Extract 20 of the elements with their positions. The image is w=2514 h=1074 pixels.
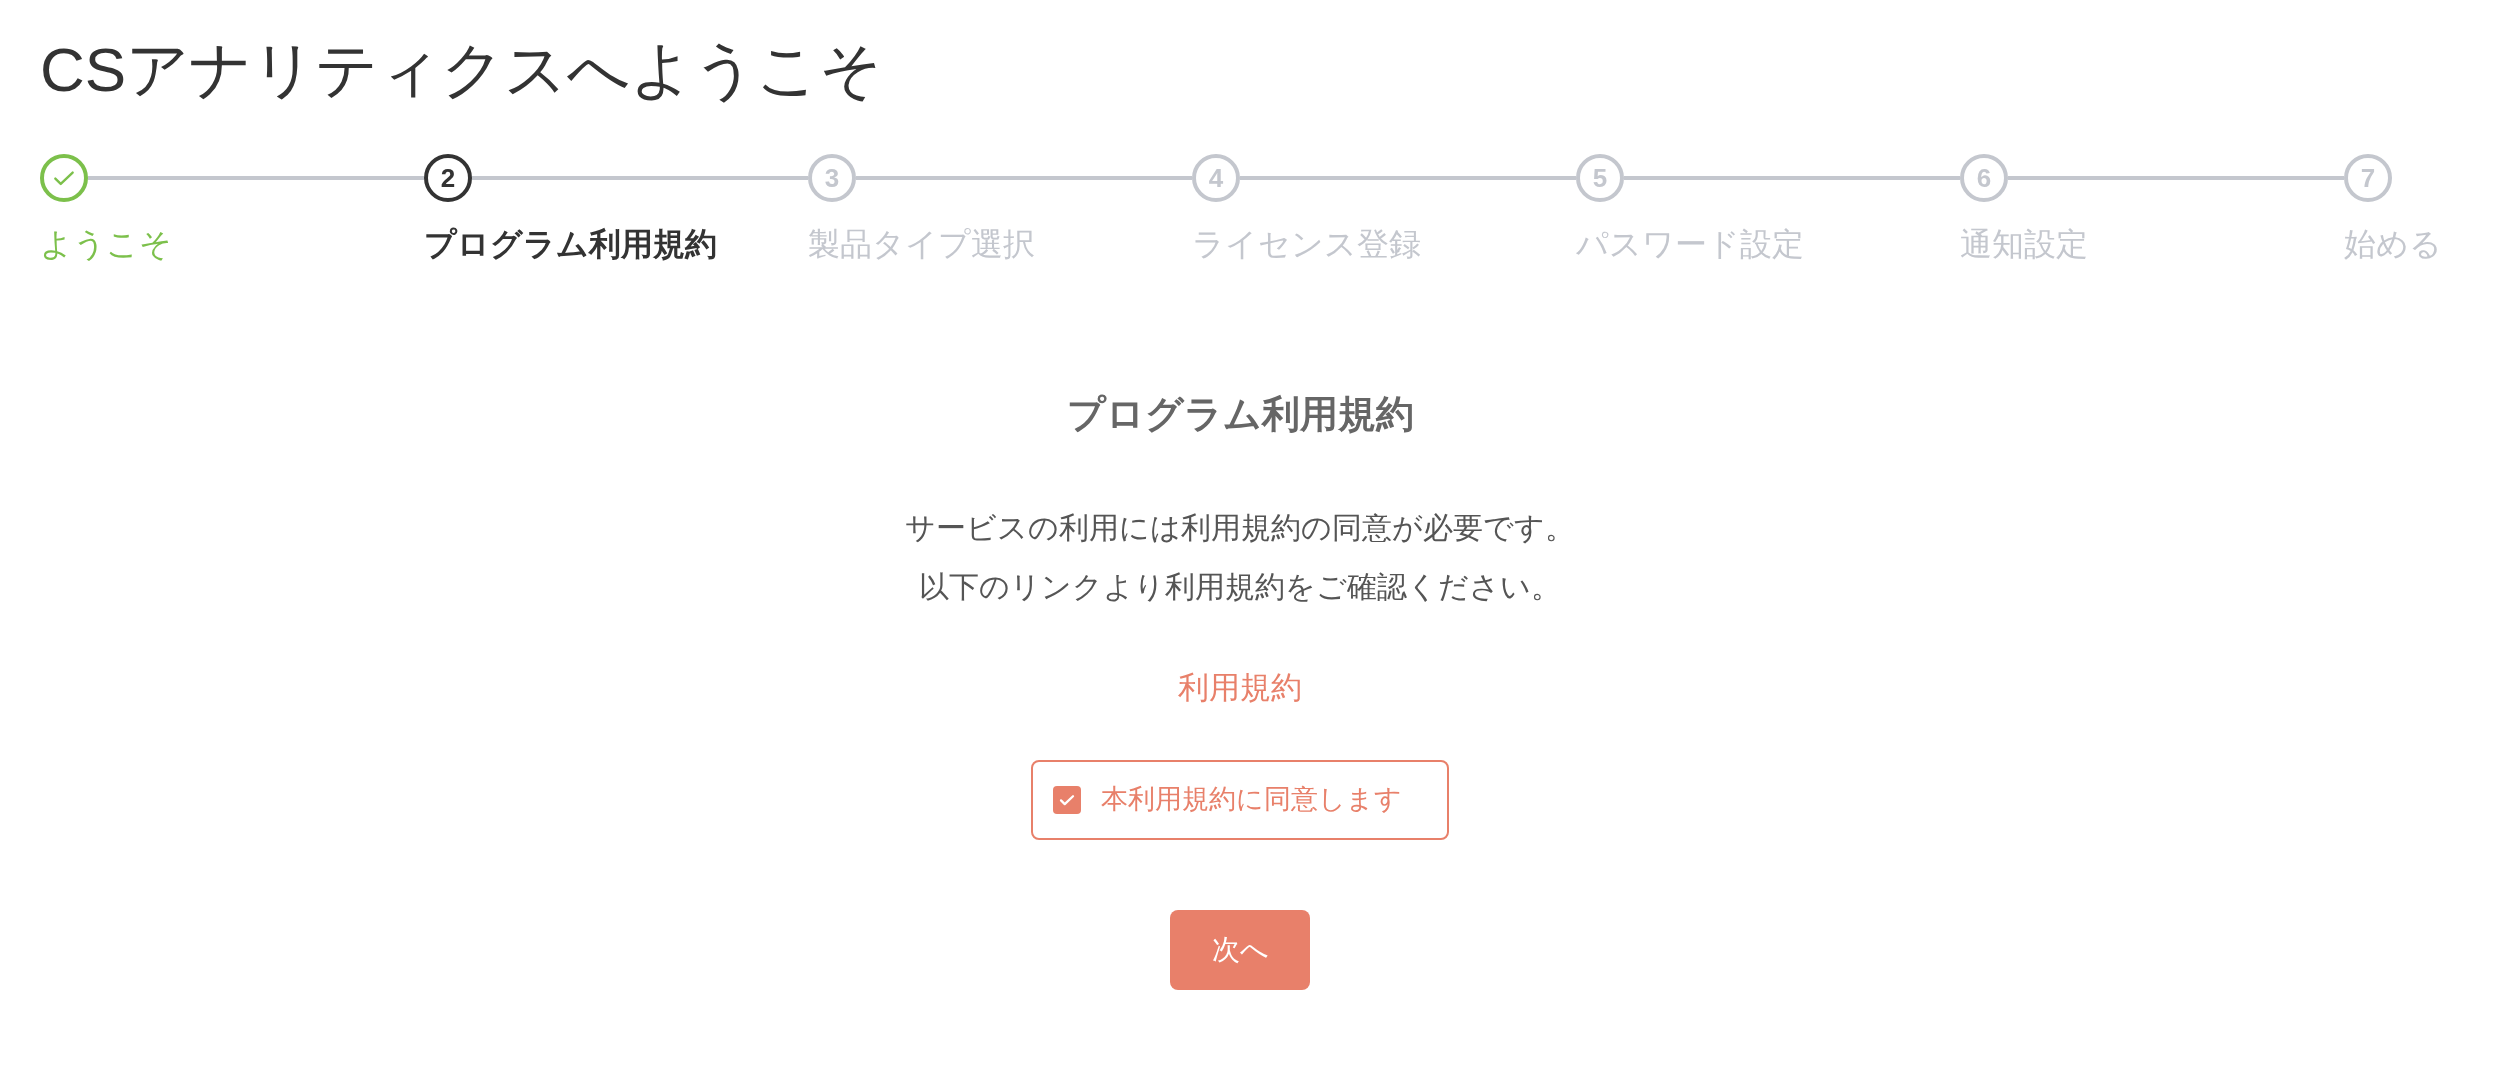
agree-checkbox[interactable]: 本利用規約に同意します [1031, 759, 1449, 840]
step-number: 2 [424, 154, 472, 202]
section-heading: プログラム利用規約 [1066, 392, 1414, 437]
message-line: 以下のリンクより利用規約をご確認ください。 [919, 569, 1561, 605]
terms-link[interactable]: 利用規約 [1178, 665, 1302, 712]
step-label: 製品タイプ選択 [808, 225, 1036, 264]
step-label: プログラム利用規約 [424, 225, 718, 264]
step-label: ようこそ [40, 225, 173, 264]
step-label: 通知設定 [1960, 225, 2089, 264]
step-number: 3 [808, 154, 856, 202]
step-label: 始める [2344, 225, 2443, 264]
page-title: CSアナリティクスへようこそ [40, 34, 884, 106]
step-number: 6 [1960, 154, 2008, 202]
step-label: ライセンス登録 [1192, 225, 1422, 264]
step-number: 5 [1576, 154, 1624, 202]
step-label: パスワード設定 [1576, 225, 1805, 264]
step-number: 4 [1192, 154, 1240, 202]
message-line: サービスの利用には利用規約の同意が必要です。 [905, 510, 1575, 546]
next-button[interactable]: 次へ [1170, 909, 1310, 990]
step-number: 7 [2344, 154, 2392, 202]
